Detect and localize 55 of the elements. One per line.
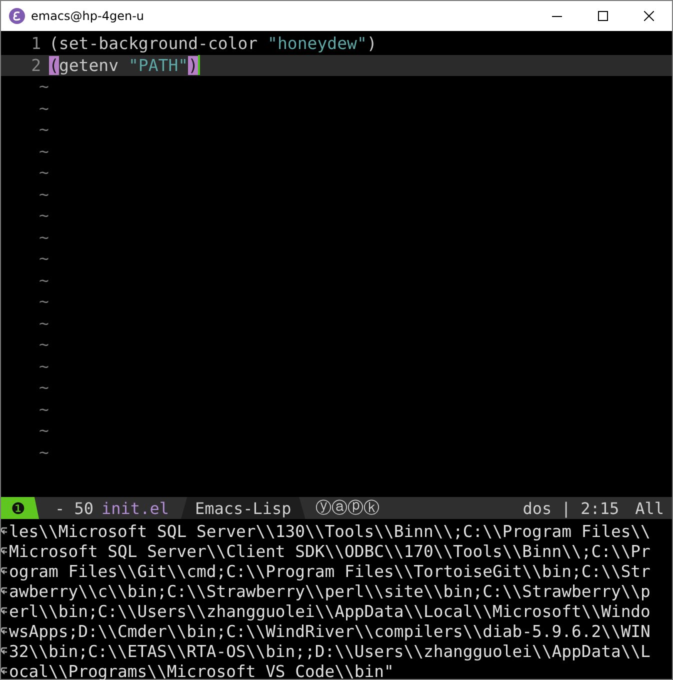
code-text: ) [366,34,377,54]
scroll-position: All [635,498,664,518]
empty-line-mark: ~ [38,420,50,442]
echo-text: ocal\\Programs\\Microsoft VS Code\\bin" [9,662,394,680]
empty-line-mark: ~ [38,356,50,377]
matching-paren: ( [49,56,59,75]
matching-paren: ) [188,56,198,75]
echo-text: ogram Files\\Git\\cmd;C:\\Program Files\\TortoiseGit\\bin;C:\\Str [9,562,650,580]
wrap-icon [1,526,8,536]
echo-text: awberry\\c\\bin;C:\\Strawberry\\perl\\site\\bin;C:\\Strawberry\\p [9,582,650,600]
wrap-icon [1,646,8,656]
maximize-icon [598,11,608,21]
empty-line-mark: ~ [38,226,50,248]
empty-line-mark: ~ [38,291,50,312]
buffer-state: - 50 [55,498,94,518]
empty-line-mark: ~ [38,270,50,291]
empty-line-mark: ~ [38,205,50,226]
empty-line-mark: ~ [38,76,50,98]
encoding-position: dos | 2:15 [522,498,620,518]
minor-modes: ⓨⓐⓟⓚ [315,498,380,518]
empty-line-mark: ~ [38,140,50,162]
echo-text: les\\Microsoft SQL Server\\130\\Tools\\Binn\\;C:\\Program Files\\ [9,522,650,540]
empty-line-mark: ~ [38,248,50,270]
line-number: 2 [30,56,42,75]
wrap-icon [1,606,8,616]
string-literal: "honeydew" [268,34,367,54]
window-number: ❶ [1,497,39,519]
echo-text: Microsoft SQL Server\\Client SDK\\ODBC\\170\\Tools\\Binn\\;C:\\Pr [9,542,650,560]
empty-line-mark: ~ [38,312,50,334]
code-text: getenv [58,56,120,75]
empty-line-mark: ~ [38,398,50,420]
echo-text: erl\\bin;C:\\Users\\zhangguolei\\AppData\\Local\\Microsoft\\Windo [9,602,650,620]
empty-line-mark: ~ [38,442,50,463]
app-icon [9,8,25,24]
empty-line-mark: ~ [38,98,50,119]
text-cursor [198,55,200,76]
empty-line-mark: ~ [38,377,50,398]
line-number: 1 [30,34,42,54]
empty-line-mark: ~ [38,119,50,140]
empty-line-mark: ~ [38,184,50,205]
wrap-icon [1,626,8,636]
code-text: (set-background-color [49,34,259,54]
wrap-icon [1,666,8,676]
string-literal: "PATH" [128,56,188,75]
buffer-name: init.el [102,498,169,518]
window-title: emacs@hp-4gen-u [31,9,146,23]
major-mode: Emacs-Lisp [180,497,306,519]
close-icon [644,11,654,21]
echo-text: 32\\bin;C:\\ETAS\\RTA-OS\\bin;;D:\\Users\\zhangguolei\\AppData\\L [9,642,650,660]
wrap-icon [1,586,8,596]
wrap-icon [1,566,8,576]
empty-line-mark: ~ [38,162,50,184]
echo-text: wsApps;D:\\Cmder\\bin;C:\\WindRiver\\compilers\\diab-5.9.6.2\\WIN [9,622,650,640]
wrap-icon [1,546,8,556]
empty-line-mark: ~ [38,334,50,356]
